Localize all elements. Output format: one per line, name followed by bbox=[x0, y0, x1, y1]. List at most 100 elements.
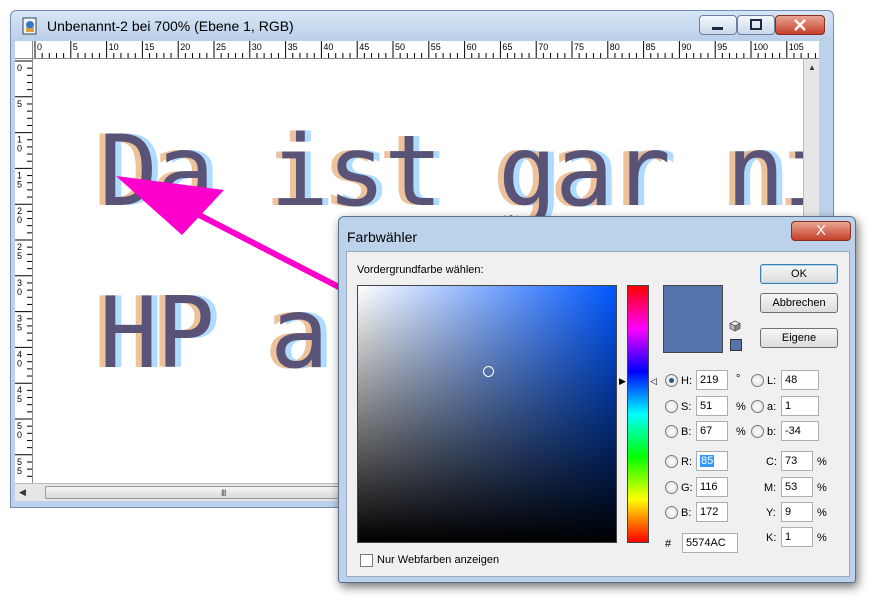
input-lab-l[interactable]: 48 bbox=[781, 370, 819, 390]
label-blue: B: bbox=[681, 507, 692, 519]
unit-percent: % bbox=[817, 456, 827, 468]
label-saturation: S: bbox=[681, 401, 692, 413]
label-green: G: bbox=[681, 482, 693, 494]
ruler-h-label: 0 bbox=[37, 42, 42, 52]
ruler-h-label: 75 bbox=[574, 42, 584, 52]
hue-slider-arrow-right-icon[interactable]: ▶ bbox=[619, 376, 626, 387]
radio-green[interactable] bbox=[665, 481, 678, 494]
ruler-h-label: 20 bbox=[180, 42, 190, 52]
canvas-text-line-2: HP a bbox=[99, 277, 329, 391]
radio-brightness[interactable] bbox=[665, 425, 678, 438]
hex-label: # bbox=[665, 538, 672, 550]
close-icon: X bbox=[815, 222, 826, 239]
vertical-ruler[interactable]: 0510152025303540455055 bbox=[15, 59, 33, 483]
picker-close-button[interactable]: X bbox=[791, 221, 851, 241]
input-red[interactable]: 85 bbox=[696, 451, 728, 471]
canvas-text-line-1: Da ist gar nich bbox=[99, 115, 803, 229]
ruler-h-label: 5 bbox=[73, 42, 78, 52]
horizontal-scroll-thumb[interactable]: III bbox=[45, 486, 345, 499]
ruler-h-label: 60 bbox=[467, 42, 477, 52]
ruler-v-label: 5 bbox=[17, 99, 22, 109]
input-hue[interactable]: 219 bbox=[696, 370, 728, 390]
label-yellow: Y: bbox=[766, 507, 776, 519]
input-hex[interactable]: 5574AC bbox=[682, 533, 738, 553]
minimize-button[interactable] bbox=[699, 15, 737, 35]
input-key[interactable]: 1 bbox=[781, 527, 813, 547]
ruler-v-label: 0 bbox=[17, 63, 22, 73]
ruler-h-label: 90 bbox=[681, 42, 691, 52]
ruler-h-label: 105 bbox=[789, 42, 804, 52]
custom-colors-button[interactable]: Eigene bbox=[760, 328, 838, 348]
cancel-button[interactable]: Abbrechen bbox=[760, 293, 838, 313]
ruler-h-label: 40 bbox=[323, 42, 333, 52]
radio-lab-a[interactable] bbox=[751, 400, 764, 413]
hue-slider-arrow-left-icon[interactable]: ◁ bbox=[650, 376, 657, 387]
document-title: Unbenannt-2 bei 700% (Ebene 1, RGB) bbox=[47, 18, 294, 34]
webcolors-checkbox[interactable] bbox=[360, 554, 373, 567]
picker-title: Farbwähler bbox=[347, 229, 418, 245]
input-red-value: 85 bbox=[700, 455, 715, 467]
hue-slider[interactable] bbox=[627, 285, 649, 543]
ruler-h-label: 70 bbox=[538, 42, 548, 52]
radio-saturation[interactable] bbox=[665, 400, 678, 413]
label-red: R: bbox=[681, 456, 692, 468]
ruler-h-label: 10 bbox=[109, 42, 119, 52]
input-brightness[interactable]: 67 bbox=[696, 421, 728, 441]
radio-blue[interactable] bbox=[665, 506, 678, 519]
label-lab-a: a: bbox=[767, 401, 777, 413]
ruler-v-label: 0 bbox=[17, 215, 22, 225]
ruler-v-label: 0 bbox=[17, 358, 22, 368]
ruler-corner[interactable] bbox=[15, 41, 33, 59]
ruler-h-label: 15 bbox=[144, 42, 154, 52]
ruler-v-label: 0 bbox=[17, 430, 22, 440]
scroll-left-arrow-icon[interactable]: ◀ bbox=[19, 487, 26, 498]
horizontal-ruler[interactable]: 0 5 10 15 20 25 30 35 40 45 50 55 60 65 70 75 80 85 90 95 10… bbox=[33, 41, 819, 59]
ruler-v-label: 5 bbox=[17, 466, 22, 476]
radio-lab-l[interactable] bbox=[751, 374, 764, 387]
maximize-icon bbox=[750, 19, 762, 30]
unit-degree: ° bbox=[736, 373, 741, 385]
ok-button[interactable]: OK bbox=[760, 264, 838, 284]
web-safe-swatch[interactable] bbox=[730, 339, 742, 351]
ruler-v-label: 0 bbox=[17, 144, 22, 154]
ruler-h-label: 35 bbox=[288, 42, 298, 52]
input-lab-b[interactable]: -34 bbox=[781, 421, 819, 441]
radio-hue[interactable] bbox=[665, 374, 678, 387]
input-saturation[interactable]: 51 bbox=[696, 396, 728, 416]
label-magenta: M: bbox=[764, 482, 777, 494]
close-button[interactable] bbox=[775, 15, 825, 35]
input-blue[interactable]: 172 bbox=[696, 502, 728, 522]
scroll-up-arrow-icon[interactable]: ▲ bbox=[808, 63, 816, 72]
input-green[interactable]: 116 bbox=[696, 477, 728, 497]
input-cyan[interactable]: 73 bbox=[781, 451, 813, 471]
radio-lab-b[interactable] bbox=[751, 425, 764, 438]
maximize-button[interactable] bbox=[737, 15, 775, 35]
picker-prompt: Vordergrundfarbe wählen: bbox=[357, 264, 484, 276]
unit-percent: % bbox=[817, 482, 827, 494]
unit-percent: % bbox=[736, 426, 746, 438]
ruler-h-label: 80 bbox=[610, 42, 620, 52]
radio-red[interactable] bbox=[665, 455, 678, 468]
document-titlebar[interactable]: Unbenannt-2 bei 700% (Ebene 1, RGB) bbox=[11, 11, 833, 41]
ruler-v-label: 0 bbox=[17, 287, 22, 297]
ruler-h-label: 100 bbox=[753, 42, 768, 52]
ruler-h-label: 50 bbox=[395, 42, 405, 52]
close-icon bbox=[794, 19, 806, 31]
unit-percent: % bbox=[817, 507, 827, 519]
scroll-grip: III bbox=[221, 488, 226, 498]
ruler-h-label: 65 bbox=[502, 42, 512, 52]
label-lab-l: L: bbox=[767, 375, 777, 387]
ruler-v-label: 5 bbox=[17, 251, 22, 261]
color-field[interactable] bbox=[357, 285, 617, 543]
picker-titlebar[interactable]: Farbwähler X bbox=[339, 217, 855, 251]
unit-percent: % bbox=[817, 532, 827, 544]
input-lab-a[interactable]: 1 bbox=[781, 396, 819, 416]
photoshop-document-icon bbox=[22, 17, 37, 35]
ruler-v-label: 5 bbox=[17, 394, 22, 404]
out-of-gamut-cube-icon[interactable] bbox=[729, 320, 741, 332]
color-field-marker[interactable] bbox=[483, 366, 494, 377]
label-cyan: C: bbox=[766, 456, 777, 468]
input-yellow[interactable]: 9 bbox=[781, 502, 813, 522]
input-magenta[interactable]: 53 bbox=[781, 477, 813, 497]
ruler-h-label: 45 bbox=[359, 42, 369, 52]
